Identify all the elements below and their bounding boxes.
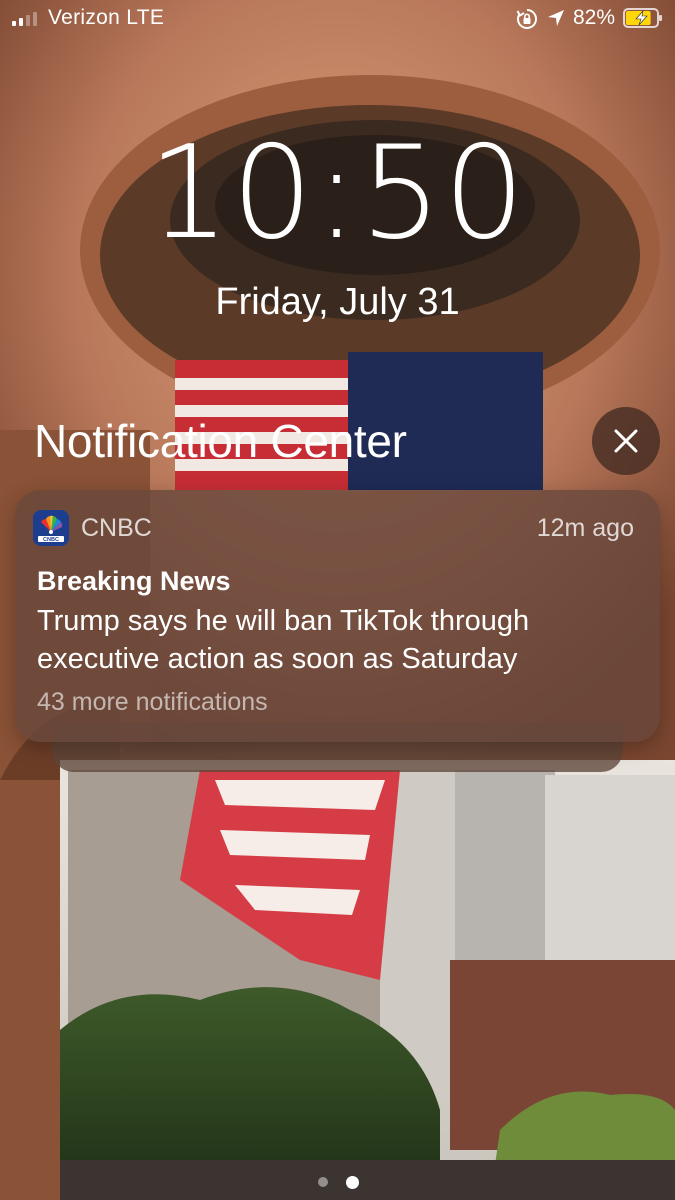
cnbc-peacock-icon: CNBC — [33, 510, 69, 546]
clear-notifications-button[interactable] — [592, 407, 660, 475]
carrier-label: Verizon LTE — [48, 6, 165, 29]
orientation-lock-icon — [516, 9, 537, 29]
battery-charging-icon — [623, 8, 662, 28]
close-icon — [614, 429, 638, 453]
page-dot — [317, 1177, 328, 1187]
notification-title: Breaking News — [37, 566, 231, 596]
cellular-signal-icon — [12, 10, 37, 26]
lock-screen-time: 10:50 — [148, 119, 527, 268]
battery-percentage: 82% — [573, 6, 616, 29]
page-indicator[interactable] — [300, 1175, 376, 1189]
notification-app-name: CNBC — [81, 514, 152, 542]
more-notifications-label: 43 more notifications — [37, 688, 268, 716]
status-bar: Verizon LTE 82% — [0, 0, 675, 36]
page-dot — [345, 1175, 359, 1189]
lock-screen-date: Friday, July 31 — [215, 281, 460, 323]
notification-center-title: Notification Center — [34, 415, 407, 467]
notification-timestamp: 12m ago — [536, 514, 634, 542]
svg-text:CNBC: CNBC — [43, 537, 59, 543]
location-arrow-icon — [548, 10, 564, 26]
notification-body: Trump says he will ban TikTok through ex… — [37, 605, 530, 675]
notification-card[interactable]: CNBC CNBC 12m ago Breaking News Trump sa… — [15, 490, 660, 742]
